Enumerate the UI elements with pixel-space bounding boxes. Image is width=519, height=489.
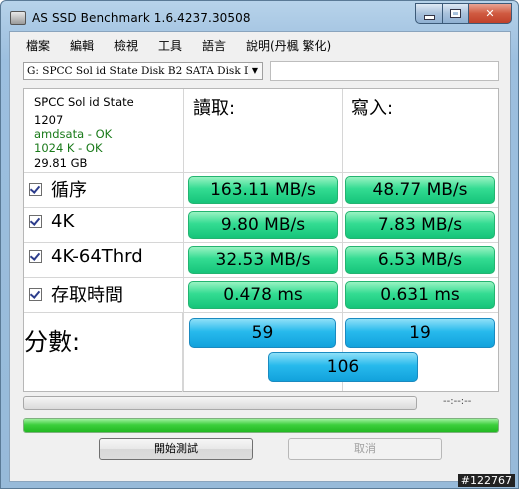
menu-file[interactable]: 檔案	[26, 37, 50, 54]
minimize-icon	[423, 14, 435, 20]
close-icon: ✕	[485, 7, 495, 20]
blank-input[interactable]	[270, 61, 499, 81]
seq-read-value: 163.11 MB/s	[188, 176, 338, 204]
test-row-4k64[interactable]: 4K-64Thrd	[29, 246, 143, 267]
driver-status: amdsata - OK	[34, 127, 113, 141]
write-column-header: 寫入:	[351, 98, 394, 119]
menu-view[interactable]: 檢視	[114, 37, 138, 54]
read-column-header: 讀取:	[193, 98, 236, 119]
client-area: 檔案 編輯 檢視 工具 語言 說明(丹楓 繁化) G: SPCC Sol id …	[9, 31, 511, 482]
checkbox-seq[interactable]	[29, 182, 42, 196]
test-label: 4K	[51, 211, 75, 232]
alignment-status: 1024 K - OK	[34, 141, 103, 155]
grid-divider	[24, 277, 498, 278]
access-read-value: 0.478 ms	[188, 281, 338, 309]
grid-divider	[24, 172, 498, 173]
app-window: AS SSD Benchmark 1.6.4237.30508 ✕ 檔案 編輯 …	[0, 0, 519, 489]
drive-firmware: 1207	[34, 113, 64, 127]
checkbox-access[interactable]	[29, 287, 42, 301]
start-button[interactable]: 開始測試	[99, 438, 253, 460]
4k-write-value: 7.83 MB/s	[345, 211, 495, 239]
test-row-access[interactable]: 存取時間	[29, 281, 123, 307]
test-label: 4K-64Thrd	[51, 246, 143, 267]
window-controls: ✕	[415, 3, 512, 24]
4k64-write-value: 6.53 MB/s	[345, 246, 495, 274]
4k64-read-value: 32.53 MB/s	[188, 246, 338, 274]
checkbox-4k64[interactable]	[29, 250, 42, 263]
access-write-value: 0.631 ms	[345, 281, 495, 309]
cancel-button[interactable]: 取消	[288, 438, 442, 460]
window-title: AS SSD Benchmark 1.6.4237.30508	[32, 11, 251, 25]
menu-tools[interactable]: 工具	[158, 37, 182, 54]
close-button[interactable]: ✕	[469, 3, 512, 24]
score-label: 分數:	[24, 328, 81, 356]
read-score: 59	[189, 318, 336, 348]
chevron-down-icon[interactable]: ▼	[248, 63, 262, 79]
drive-size: 29.81 GB	[34, 156, 88, 170]
test-label: 存取時間	[51, 285, 123, 306]
elapsed-timer: --:--:--	[443, 396, 472, 407]
current-progress-bar	[23, 396, 417, 410]
test-row-4k[interactable]: 4K	[29, 211, 74, 232]
drive-model: SPCC Sol id State	[34, 95, 134, 109]
watermark: #122767	[457, 474, 515, 487]
overall-progress-bar	[23, 418, 499, 433]
menu-edit[interactable]: 編輯	[70, 37, 94, 54]
minimize-button[interactable]	[415, 3, 443, 24]
drive-select-value: G: SPCC Sol id State Disk B2 SATA Disk D…	[27, 65, 263, 77]
seq-write-value: 48.77 MB/s	[345, 176, 495, 204]
grid-divider	[24, 242, 498, 243]
test-label: 循序	[51, 180, 87, 201]
menu-help[interactable]: 說明(丹楓 繁化)	[246, 37, 331, 54]
app-icon	[10, 11, 26, 25]
maximize-button[interactable]	[443, 3, 469, 24]
title-bar[interactable]: AS SSD Benchmark 1.6.4237.30508 ✕	[1, 1, 518, 31]
test-row-seq[interactable]: 循序	[29, 176, 87, 202]
maximize-icon	[450, 9, 461, 18]
menu-bar: 檔案 編輯 檢視 工具 語言 說明(丹楓 繁化)	[10, 32, 510, 54]
overall-progress-fill	[24, 419, 498, 432]
menu-language[interactable]: 語言	[202, 37, 226, 54]
4k-read-value: 9.80 MB/s	[188, 211, 338, 239]
checkbox-4k[interactable]	[29, 215, 42, 228]
grid-divider	[24, 207, 498, 208]
total-score: 106	[268, 352, 418, 382]
write-score: 19	[345, 318, 495, 348]
drive-select[interactable]: G: SPCC Sol id State Disk B2 SATA Disk D…	[23, 62, 263, 80]
